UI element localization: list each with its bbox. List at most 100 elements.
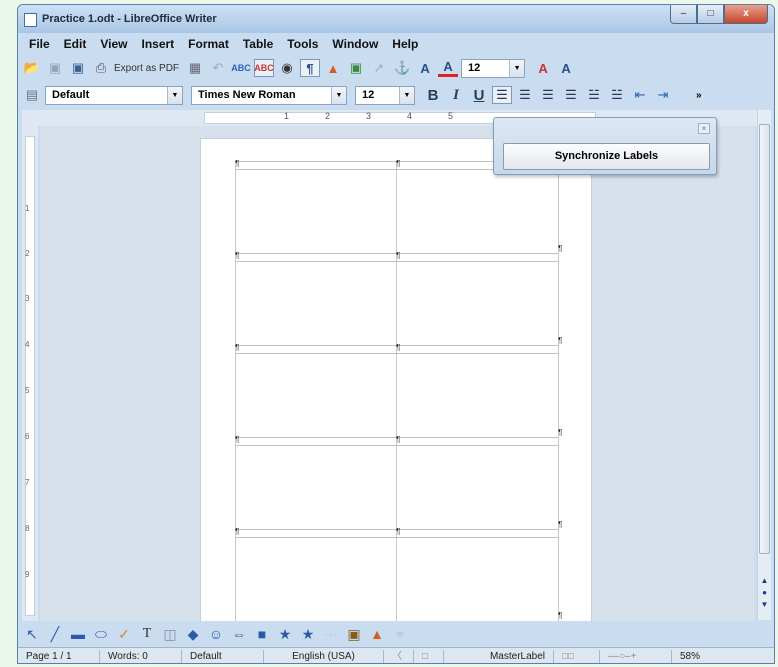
menu-bar: File Edit View Insert Format Table Tools… <box>22 35 425 53</box>
ruler-number: 2 <box>325 111 331 121</box>
synchronize-labels-button[interactable]: Synchronize Labels <box>503 143 710 170</box>
chevron-down-icon[interactable]: ▼ <box>509 59 525 77</box>
font-size-select[interactable]: 12 ▼ <box>355 85 415 105</box>
paragraph-mark-icon: ¶ <box>558 336 563 345</box>
menu-help[interactable]: Help <box>385 35 425 53</box>
styles-icon[interactable]: ▤ <box>22 86 42 104</box>
decrease-indent-icon[interactable]: ⇤ <box>630 86 650 104</box>
save-icon[interactable]: ▣ <box>45 59 65 77</box>
find-icon[interactable]: ◉ <box>277 59 297 77</box>
italic-button[interactable]: I <box>446 87 466 104</box>
menu-format[interactable]: Format <box>181 35 236 53</box>
underline-button[interactable]: U <box>469 87 489 104</box>
vertical-scrollbar[interactable]: ▲ ● ▼ <box>757 110 771 620</box>
navigator-icon[interactable]: ▲ <box>323 59 343 77</box>
undo-icon[interactable]: ↶ <box>208 59 228 77</box>
print-preview-icon[interactable]: ▦ <box>185 59 205 77</box>
menu-window[interactable]: Window <box>325 35 385 53</box>
save-as-icon[interactable]: ▣ <box>68 59 88 77</box>
fontwork-icon[interactable]: ▣ <box>344 625 364 643</box>
callout-icon[interactable]: ◫ <box>160 625 180 643</box>
gallery-icon[interactable]: ▲ <box>367 625 387 643</box>
insert-mode-icon[interactable]: 〈 <box>384 649 414 663</box>
chevron-down-icon[interactable]: ▼ <box>167 86 182 104</box>
selection-mode-icon[interactable]: □ <box>414 649 444 663</box>
line-icon[interactable]: ╱ <box>45 625 65 643</box>
autospell-icon[interactable]: ABC <box>254 59 275 77</box>
ruler-number: 9 <box>25 570 30 579</box>
image-icon[interactable]: ▣ <box>346 59 366 77</box>
paragraph-mark-icon: ¶ <box>235 251 240 260</box>
spellcheck-icon[interactable]: ABC <box>231 59 251 77</box>
export-pdf-button[interactable]: Export as PDF <box>114 63 179 74</box>
font-name-select[interactable]: Times New Roman ▼ <box>191 85 347 105</box>
menu-edit[interactable]: Edit <box>57 35 94 53</box>
ruler-number: 5 <box>448 111 454 121</box>
menu-view[interactable]: View <box>93 35 134 53</box>
ruler-number: 4 <box>407 111 413 121</box>
font-size-select-toolbar[interactable]: 12 ▼ <box>461 58 526 78</box>
page-style[interactable]: Default <box>182 649 264 663</box>
minimize-button[interactable]: – <box>670 5 697 24</box>
maximize-button[interactable]: □ <box>697 5 724 24</box>
page-count: Page 1 / 1 <box>18 649 100 663</box>
basic-shapes-icon[interactable]: ◆ <box>183 625 203 643</box>
document-page[interactable]: ¶ ¶ ¶ ¶ ¶ ¶ ¶ ¶ ¶ ¶ ¶ ¶ ¶ ¶ ¶ <box>200 138 592 641</box>
bold-button[interactable]: B <box>423 87 443 104</box>
freeform-icon[interactable]: ✓ <box>114 625 134 643</box>
toolbar-overflow-button[interactable]: » <box>696 90 702 101</box>
link-icon[interactable]: ➚ <box>369 59 389 77</box>
formatting-marks-icon[interactable]: ¶ <box>300 59 321 77</box>
align-left-icon[interactable]: ☰ <box>492 86 512 104</box>
menu-file[interactable]: File <box>22 35 57 53</box>
increase-indent-icon[interactable]: ⇥ <box>653 86 673 104</box>
highlight-icon[interactable]: A <box>415 59 435 77</box>
menu-tools[interactable]: Tools <box>280 35 325 53</box>
zoom-slider[interactable]: ––○–+ <box>600 649 672 663</box>
justify-icon[interactable]: ☰ <box>561 86 581 104</box>
document-canvas[interactable]: ¶ ¶ ¶ ¶ ¶ ¶ ¶ ¶ ¶ ¶ ¶ ¶ ¶ ¶ ¶ <box>40 126 755 641</box>
open-icon[interactable]: 📂 <box>22 59 42 77</box>
bullets-icon[interactable]: ☱ <box>607 86 627 104</box>
block-arrows-icon[interactable]: ⇔ <box>229 625 249 643</box>
close-button[interactable]: x <box>724 5 768 24</box>
callouts-icon[interactable]: ★ <box>275 625 295 643</box>
text-icon[interactable]: T <box>137 625 157 643</box>
select-icon[interactable]: ↖ <box>22 625 42 643</box>
font-color-icon[interactable]: A <box>438 59 459 77</box>
word-count: Words: 0 <box>100 649 182 663</box>
label-border <box>235 161 236 641</box>
stars-icon[interactable]: ★ <box>298 625 318 643</box>
ellipse-icon[interactable]: ⬭ <box>91 625 111 643</box>
menu-table[interactable]: Table <box>236 35 280 53</box>
previous-page-icon[interactable]: ▲ <box>759 576 770 587</box>
numbering-icon[interactable]: ☱ <box>584 86 604 104</box>
ruler-number: 3 <box>366 111 372 121</box>
formatting-toolbar: ▤ Default ▼ Times New Roman ▼ 12 ▼ B I U ☰ … <box>22 82 770 108</box>
paragraph-mark-icon: ¶ <box>558 428 563 437</box>
flowchart-icon[interactable]: ■ <box>252 625 272 643</box>
shrink-font-icon[interactable]: A <box>556 59 576 77</box>
view-layout-icon[interactable]: □□ <box>554 649 600 663</box>
zoom-level[interactable]: 58% <box>672 650 708 664</box>
symbol-shapes-icon[interactable]: ☺ <box>206 625 226 643</box>
anchor-icon[interactable]: ⚓ <box>392 59 412 77</box>
navigation-icon[interactable]: ● <box>759 588 770 599</box>
points-icon[interactable]: ⋯ <box>321 625 341 643</box>
align-right-icon[interactable]: ☰ <box>538 86 558 104</box>
extrusion-icon[interactable]: ⚭ <box>390 625 410 643</box>
menu-insert[interactable]: Insert <box>134 35 181 53</box>
close-icon[interactable]: × <box>698 123 710 134</box>
next-page-icon[interactable]: ▼ <box>759 600 770 611</box>
scrollbar-thumb[interactable] <box>759 124 770 554</box>
rectangle-icon[interactable]: ▬ <box>68 625 88 643</box>
grow-font-icon[interactable]: A <box>533 59 553 77</box>
align-center-icon[interactable]: ☰ <box>515 86 535 104</box>
chevron-down-icon[interactable]: ▼ <box>399 86 414 104</box>
print-icon[interactable]: ⎙ <box>91 59 111 77</box>
paragraph-style-select[interactable]: Default ▼ <box>45 85 183 105</box>
language[interactable]: English (USA) <box>264 649 384 663</box>
writer-app-icon <box>24 13 37 27</box>
vertical-ruler[interactable]: 1 2 3 4 5 6 7 8 9 <box>22 126 38 621</box>
chevron-down-icon[interactable]: ▼ <box>331 86 346 104</box>
